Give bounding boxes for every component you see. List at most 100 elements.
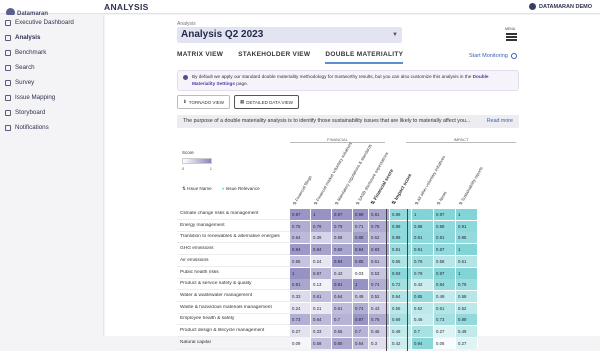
score-label: Score — [182, 150, 194, 155]
tab-stakeholder-view[interactable]: STAKEHOLDER VIEW — [238, 51, 310, 64]
score-cell: 0.93 — [390, 267, 412, 279]
issue-name[interactable]: Product design & lifecycle management — [180, 328, 290, 333]
sidebar-item-label: Search — [15, 64, 35, 71]
score-cell: 0.27 — [290, 326, 311, 337]
sidebar-item-notifications[interactable]: Notifications — [0, 120, 103, 135]
hamburger-icon-line — [506, 39, 517, 41]
sidebar-item-executive-dashboard[interactable]: Executive Dashboard — [0, 15, 103, 30]
column-header[interactable]: ⇅ News — [436, 190, 448, 206]
score-cell: 0.46 — [412, 314, 434, 326]
issue-name[interactable]: Air emissions — [180, 258, 290, 263]
user-icon — [529, 3, 537, 10]
sidebar-item-search[interactable]: Search — [0, 60, 103, 75]
score-cell: 0.97 — [434, 209, 456, 220]
menu-button[interactable]: MENU — [505, 27, 519, 43]
tab-double-materiality[interactable]: DOUBLE MATERIALITY — [325, 51, 404, 64]
table-row: Natural capital 0.09 0.58 0.80 0.64 0.3 0.42 0.… — [177, 337, 519, 349]
sidebar-item-issue-mapping[interactable]: Issue Mapping — [0, 90, 103, 105]
purpose-text: The purpose of a double materiality anal… — [183, 118, 471, 124]
legend: ⇅ Issue Name ● Issue Relevance — [182, 186, 260, 192]
dashboard-icon — [5, 19, 11, 26]
score-cell: 0.7 — [412, 326, 434, 337]
score-cell: 0.72 — [390, 279, 412, 291]
score-cell: 0.99 — [353, 209, 369, 220]
issue-name[interactable]: Transition to renewables & alternative e… — [180, 234, 290, 239]
issue-name[interactable]: Public health risks — [180, 270, 290, 275]
score-cell: 0.71 — [353, 220, 369, 232]
table-row: Product design & lifecycle management 0.2… — [177, 326, 519, 337]
score-cell: 1 — [456, 244, 478, 256]
user-menu[interactable]: DATAMARAN DEMO — [529, 3, 592, 10]
score-cell: 0.49 — [353, 290, 369, 302]
detailed-data-view-label: DETAILED DATA VIEW — [246, 99, 293, 105]
analysis-select[interactable]: Analysis Q2 2023 ▼ — [177, 27, 402, 43]
score-cell: 0.27 — [434, 326, 456, 337]
analysis-icon — [5, 34, 11, 41]
score-cell: 0.24 — [311, 255, 332, 267]
read-more-link[interactable]: Read more — [487, 118, 513, 124]
score-cell: 0.33 — [311, 326, 332, 337]
sidebar-item-benchmark[interactable]: Benchmark — [0, 45, 103, 60]
issue-name[interactable]: Employee health & safety — [180, 316, 290, 321]
score-cell: 0.39 — [311, 232, 332, 244]
score-cell: 0.85 — [456, 232, 478, 244]
info-banner: By default we apply our standard double … — [177, 70, 519, 91]
score-cell: 0.49 — [456, 326, 478, 337]
issue-name[interactable]: Product & service safety & quality — [180, 281, 290, 286]
score-cell: 0.42 — [412, 279, 434, 291]
score-cell: 0.79 — [456, 279, 478, 291]
score-cell: 0.42 — [332, 267, 353, 279]
score-cell: 0.61 — [456, 255, 478, 267]
tornado-view-button[interactable]: ⬇ TORNADO VIEW — [177, 95, 230, 109]
score-cell: 0.09 — [290, 337, 311, 349]
issue-name[interactable]: Natural capital — [180, 340, 290, 345]
score-cell: 0.55 — [290, 255, 311, 267]
issue-name[interactable]: GHG emissions — [180, 246, 290, 251]
score-cell: 0.91 — [456, 220, 478, 232]
score-cell: 0.55 — [332, 326, 353, 337]
score-cell: 0.33 — [290, 290, 311, 302]
column-header[interactable]: ⇅ Financial market voluntary initiatives — [313, 141, 353, 206]
column-header[interactable]: ⇅ Impact score — [392, 173, 414, 206]
issue-name[interactable]: Water & wastewater management — [180, 293, 290, 298]
score-cell: 0.52 — [456, 302, 478, 314]
score-cell: 0.64 — [290, 232, 311, 244]
detailed-data-view-button[interactable]: ▦ DETAILED DATA VIEW — [233, 95, 299, 109]
issue-name[interactable]: Waste & hazardous materials management — [180, 305, 290, 310]
score-cell: 0.58 — [434, 255, 456, 267]
sidebar-item-analysis[interactable]: Analysis — [0, 30, 103, 45]
tab-matrix-view[interactable]: MATRIX VIEW — [177, 51, 223, 64]
score-cell: 0.94 — [412, 337, 434, 349]
issue-name[interactable]: Energy management — [180, 223, 290, 228]
start-monitoring-label: Start Monitoring — [469, 53, 508, 59]
score-cell: 0.89 — [390, 232, 412, 244]
score-cell: 0.49 — [434, 290, 456, 302]
issue-name-sort[interactable]: ⇅ Issue Name — [182, 186, 212, 192]
column-header[interactable]: ⇅ Financial filings — [292, 175, 313, 206]
table-row: GHG emissions 0.94 0.84 0.82 0.94 0.83 0.81 0.9… — [177, 244, 519, 256]
table-row: Product & service safety & quality 0.81 0.… — [177, 279, 519, 291]
score-cell: 0.75 — [290, 220, 311, 232]
score-cell: 0.64 — [332, 290, 353, 302]
score-cell: 0.91 — [434, 232, 456, 244]
score-cell: 0.91 — [412, 244, 434, 256]
score-cell: 0.85 — [412, 290, 434, 302]
issue-name[interactable]: Climate change risks & management — [180, 211, 290, 216]
score-cell: 0.7 — [353, 326, 369, 337]
score-cell: 0.58 — [332, 232, 353, 244]
sidebar-item-survey[interactable]: Survey — [0, 75, 103, 90]
start-monitoring-link[interactable]: Start Monitoring — [469, 53, 517, 59]
search-icon — [5, 64, 11, 71]
score-cell: 1 — [311, 209, 332, 220]
score-cell: 0.64 — [353, 337, 369, 349]
column-header[interactable]: ⇅ Mandatory regulations & standards — [334, 143, 373, 206]
view-toggle: ⬇ TORNADO VIEW ▦ DETAILED DATA VIEW — [177, 95, 299, 109]
score-cell: 1 — [456, 267, 478, 279]
sidebar-item-storyboard[interactable]: Storyboard — [0, 105, 103, 120]
score-cell: 0.58 — [456, 290, 478, 302]
score-cell: 0.97 — [332, 209, 353, 220]
table-row: Water & wastewater management 0.33 0.61 0.6… — [177, 290, 519, 302]
storyboard-icon — [5, 109, 11, 116]
impact-group-header: IMPACT — [406, 137, 516, 143]
column-header[interactable]: ⇅ Sustainability reports — [458, 166, 484, 206]
